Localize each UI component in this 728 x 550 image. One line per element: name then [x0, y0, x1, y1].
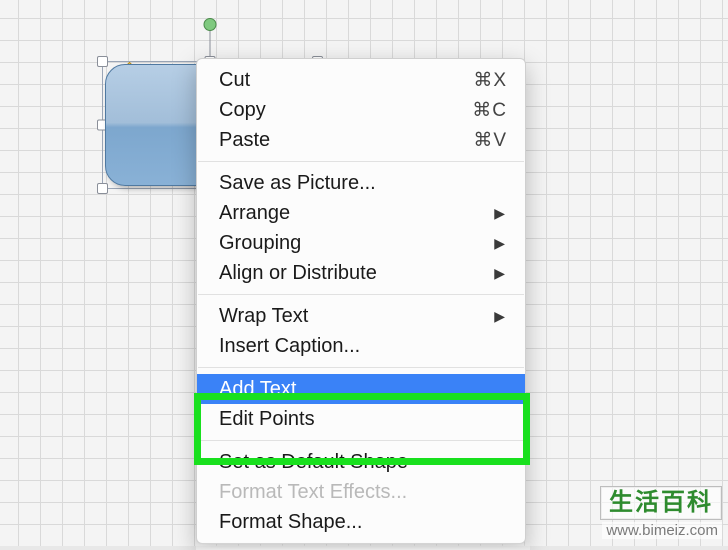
menu-item-copy[interactable]: Copy⌘C: [197, 95, 525, 125]
submenu-arrow-icon: ▶: [494, 265, 507, 282]
context-menu: Cut⌘XCopy⌘CPaste⌘VSave as Picture...Arra…: [196, 58, 526, 544]
submenu-arrow-icon: ▶: [494, 235, 507, 252]
menu-item-label: Save as Picture...: [219, 172, 507, 195]
menu-item-format_text: Format Text Effects...: [197, 477, 525, 507]
menu-item-align[interactable]: Align or Distribute▶: [197, 258, 525, 288]
menu-item-label: Insert Caption...: [219, 335, 507, 358]
resize-handle-tl[interactable]: [97, 56, 108, 67]
submenu-arrow-icon: ▶: [494, 205, 507, 222]
menu-item-label: Format Shape...: [219, 511, 507, 534]
menu-item-label: Edit Points: [219, 408, 507, 431]
menu-separator: [198, 161, 524, 162]
menu-item-insert_caption[interactable]: Insert Caption...: [197, 331, 525, 361]
menu-separator: [198, 367, 524, 368]
menu-item-label: Arrange: [219, 202, 494, 225]
menu-item-wrap_text[interactable]: Wrap Text▶: [197, 301, 525, 331]
menu-separator: [198, 440, 524, 441]
menu-item-edit_points[interactable]: Edit Points: [197, 404, 525, 434]
menu-item-label: Cut: [219, 69, 473, 92]
menu-item-label: Wrap Text: [219, 305, 494, 328]
menu-item-save_as_picture[interactable]: Save as Picture...: [197, 168, 525, 198]
menu-item-cut[interactable]: Cut⌘X: [197, 65, 525, 95]
menu-item-label: Copy: [219, 99, 472, 122]
menu-item-label: Format Text Effects...: [219, 481, 507, 504]
menu-separator: [198, 294, 524, 295]
submenu-arrow-icon: ▶: [494, 308, 507, 325]
menu-item-paste[interactable]: Paste⌘V: [197, 125, 525, 155]
menu-item-label: Add Text: [219, 378, 507, 401]
menu-item-label: Set as Default Shape: [219, 451, 507, 474]
menu-item-set_default[interactable]: Set as Default Shape: [197, 447, 525, 477]
menu-item-arrange[interactable]: Arrange▶: [197, 198, 525, 228]
menu-item-grouping[interactable]: Grouping▶: [197, 228, 525, 258]
menu-item-add_text[interactable]: Add Text: [197, 374, 525, 404]
menu-item-format_shape[interactable]: Format Shape...: [197, 507, 525, 537]
menu-item-shortcut: ⌘X: [473, 69, 507, 92]
menu-item-shortcut: ⌘V: [473, 129, 507, 152]
menu-item-label: Align or Distribute: [219, 262, 494, 285]
menu-item-label: Paste: [219, 129, 473, 152]
menu-item-label: Grouping: [219, 232, 494, 255]
menu-item-shortcut: ⌘C: [472, 99, 507, 122]
resize-handle-bl[interactable]: [97, 183, 108, 194]
